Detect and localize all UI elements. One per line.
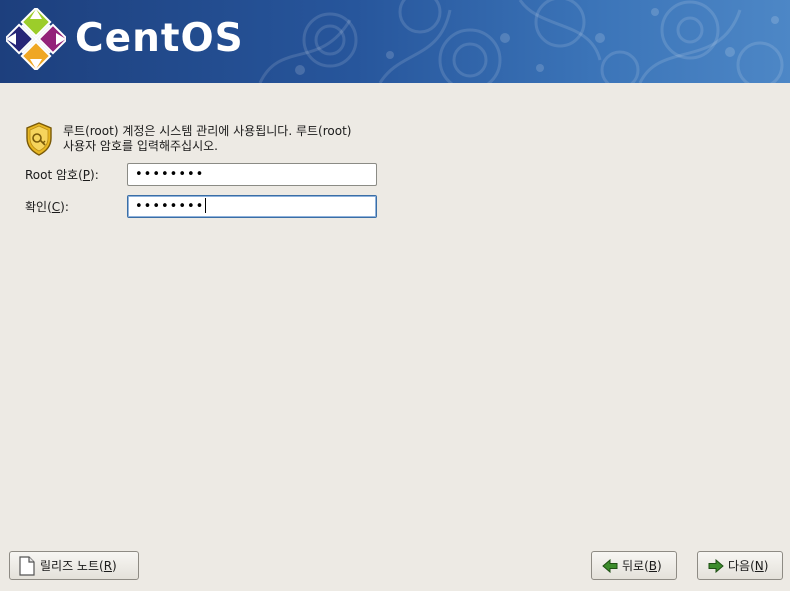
text-cursor (205, 198, 207, 213)
header-banner: CentOS (0, 0, 790, 83)
description-line-1: 루트(root) 계정은 시스템 관리에 사용됩니다. 루트(root) (63, 124, 352, 138)
root-password-description: 루트(root) 계정은 시스템 관리에 사용됩니다. 루트(root) 사용자… (63, 124, 351, 154)
arrow-right-icon (708, 558, 724, 573)
description-line-2: 사용자 암호를 입력해주십시오. (63, 139, 218, 153)
document-icon (19, 555, 35, 576)
back-button[interactable]: 뒤로(B) (591, 551, 677, 580)
next-label: 다음(N) (728, 559, 769, 573)
confirm-password-input[interactable]: •••••••• (127, 195, 377, 218)
root-password-input[interactable]: •••••••• (127, 163, 377, 186)
shield-key-icon (26, 122, 52, 156)
root-password-label: Root 암호(P): (25, 168, 99, 182)
back-label: 뒤로(B) (622, 559, 662, 573)
brand-name: CentOS (75, 16, 244, 61)
centos-logo-icon (6, 8, 66, 70)
release-notes-button[interactable]: 릴리즈 노트(R) (9, 551, 139, 580)
arrow-left-icon (602, 558, 618, 573)
release-notes-label: 릴리즈 노트(R) (40, 559, 117, 573)
confirm-password-label: 확인(C): (25, 200, 69, 214)
next-button[interactable]: 다음(N) (697, 551, 783, 580)
